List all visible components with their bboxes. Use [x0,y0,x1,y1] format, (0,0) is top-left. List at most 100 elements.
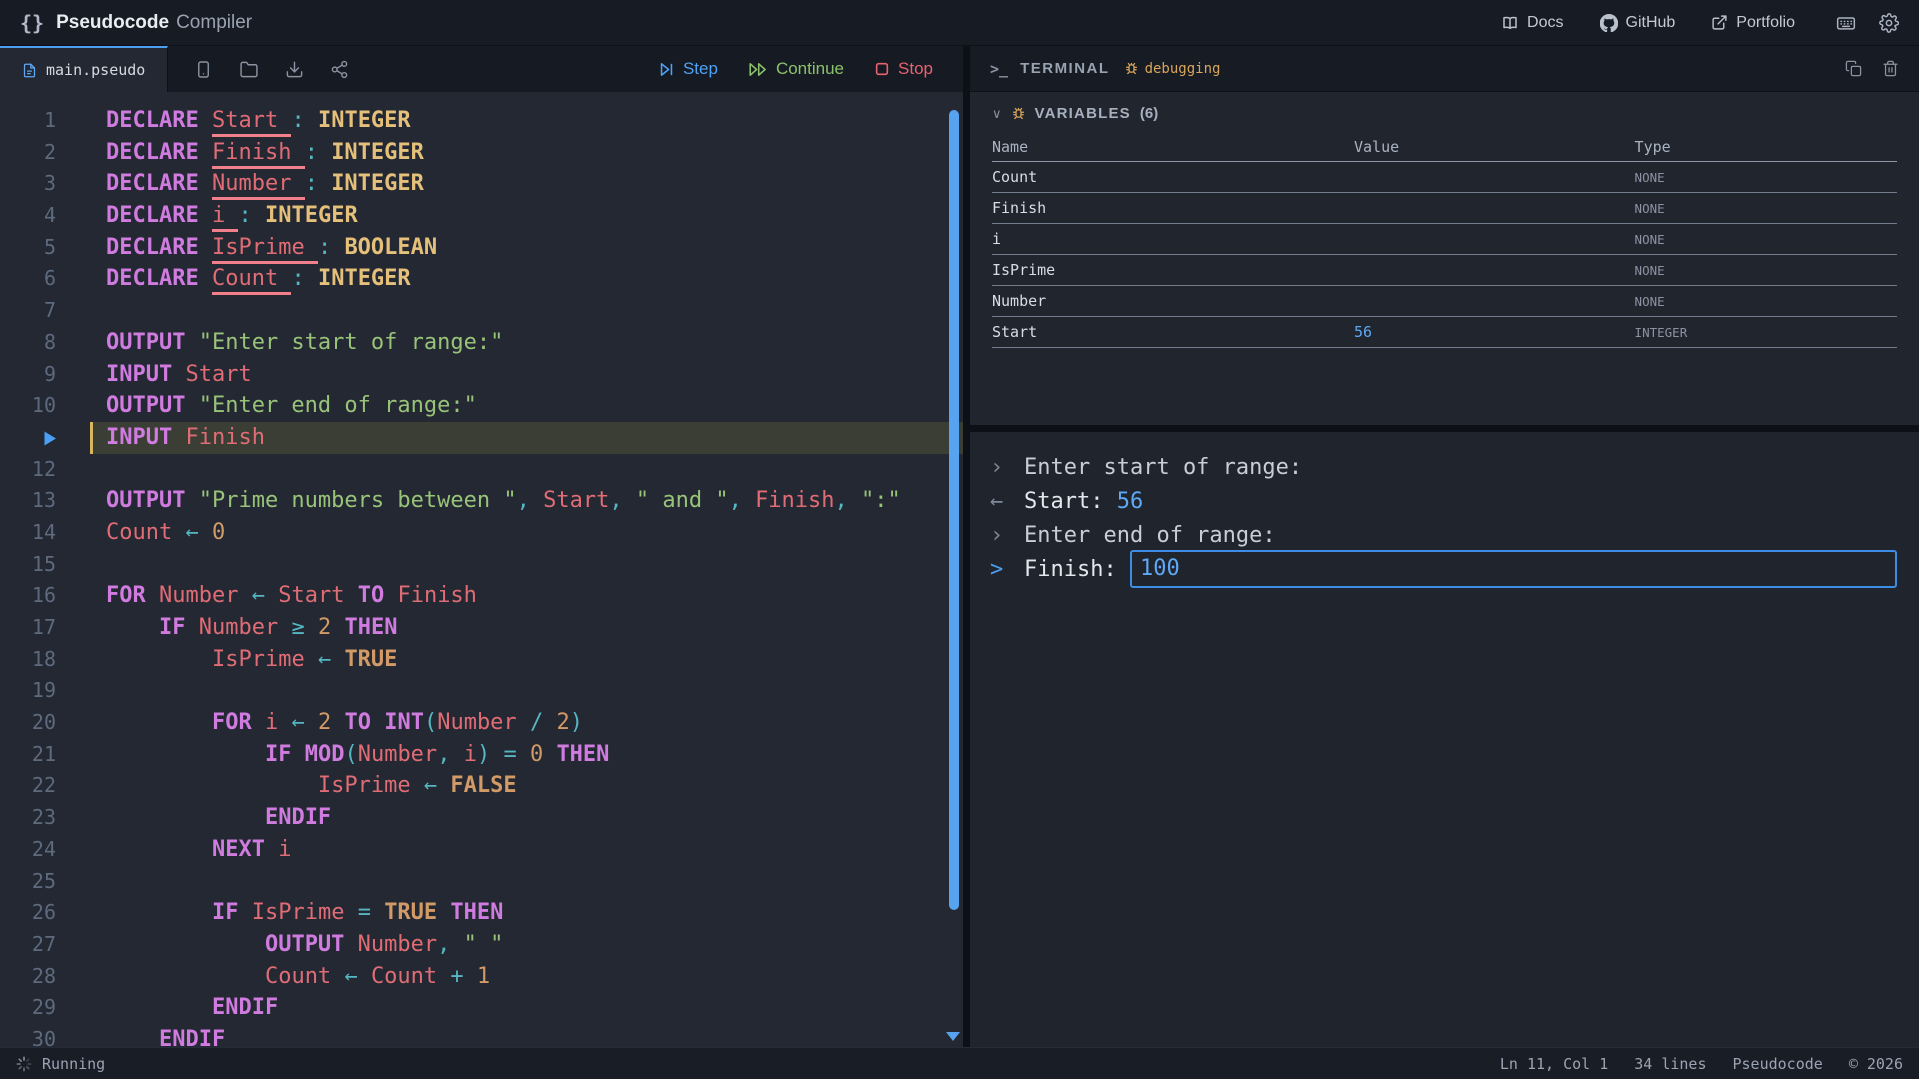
code-line[interactable]: 19 [0,675,963,707]
gutter-padding [56,897,90,929]
code-line[interactable]: 2DECLARE Finish : INTEGER [0,137,963,169]
code-line[interactable]: 14Count ← 0 [0,517,963,549]
code-text: ENDIF [90,802,963,834]
code-line[interactable]: 5DECLARE IsPrime : BOOLEAN [0,232,963,264]
status-running: Running [42,1055,105,1073]
code-line[interactable]: 3DECLARE Number : INTEGER [0,168,963,200]
new-file-icon[interactable] [194,60,213,79]
column-value: Value [1354,138,1635,156]
code-line[interactable]: 13OUTPUT "Prime numbers between ", Start… [0,485,963,517]
panel-divider[interactable] [963,46,970,1047]
language-label[interactable]: Pseudocode [1733,1055,1823,1073]
code-line[interactable]: 24 NEXT i [0,834,963,866]
variable-row[interactable]: CountNONE [992,162,1897,193]
section-divider[interactable] [970,425,1919,432]
step-label: Step [683,59,718,79]
line-number: 15 [0,549,56,581]
continue-button[interactable]: Continue [748,59,844,79]
line-number: 27 [0,929,56,961]
line-number: 28 [0,961,56,993]
share-icon[interactable] [330,60,349,79]
current-line-arrow-icon [0,422,56,454]
gutter-padding [56,675,90,707]
code-line[interactable]: 4DECLARE i : INTEGER [0,200,963,232]
portfolio-link[interactable]: Portfolio [1711,14,1795,32]
code-line[interactable]: 30 ENDIF [0,1024,963,1047]
variable-name: IsPrime [992,261,1354,279]
download-icon[interactable] [285,60,304,79]
code-text: IF MOD(Number, i) = 0 THEN [90,739,963,771]
line-number: 2 [0,137,56,169]
gutter-padding [56,739,90,771]
tab-main-pseudo[interactable]: main.pseudo [0,46,168,92]
code-line[interactable]: 10OUTPUT "Enter end of range:" [0,390,963,422]
variable-row[interactable]: FinishNONE [992,193,1897,224]
code-line[interactable]: 17 IF Number ≥ 2 THEN [0,612,963,644]
code-line[interactable]: 1DECLARE Start : INTEGER [0,105,963,137]
terminal-line: ›Enter start of range: [990,450,1899,484]
code-line[interactable]: 29 ENDIF [0,992,963,1024]
step-button[interactable]: Step [658,59,718,79]
line-number: 25 [0,866,56,898]
line-number: 3 [0,168,56,200]
code-line[interactable]: 8OUTPUT "Enter start of range:" [0,327,963,359]
variable-row[interactable]: IsPrimeNONE [992,255,1897,286]
code-line[interactable]: 20 FOR i ← 2 TO INT(Number / 2) [0,707,963,739]
code-line[interactable]: 12 [0,454,963,486]
terminal-input[interactable]: 100 [1130,550,1897,588]
variable-name: Number [992,292,1354,310]
line-number: 23 [0,802,56,834]
line-number: 17 [0,612,56,644]
gutter-padding [56,263,90,295]
editor-scrollbar[interactable] [949,110,959,910]
cursor-position[interactable]: Ln 11, Col 1 [1500,1055,1608,1073]
gear-icon[interactable] [1879,13,1899,33]
file-icon [22,62,37,79]
code-line[interactable]: 27 OUTPUT Number, " " [0,929,963,961]
code-line[interactable]: 7 [0,295,963,327]
code-line[interactable]: 26 IF IsPrime = TRUE THEN [0,897,963,929]
code-line[interactable]: 21 IF MOD(Number, i) = 0 THEN [0,739,963,771]
code-line[interactable]: 28 Count ← Count + 1 [0,961,963,993]
keyboard-icon[interactable] [1835,13,1857,33]
terminal-text: Start: [1024,489,1117,514]
line-number: 24 [0,834,56,866]
github-link[interactable]: GitHub [1600,14,1676,32]
gutter-padding [56,422,90,454]
code-line[interactable]: 23 ENDIF [0,802,963,834]
code-text: NEXT i [90,834,963,866]
gutter-padding [56,137,90,169]
code-line[interactable]: 16FOR Number ← Start TO Finish [0,580,963,612]
docs-link[interactable]: Docs [1501,14,1563,32]
variable-row[interactable]: iNONE [992,224,1897,255]
code-line[interactable]: 25 [0,866,963,898]
scroll-down-arrow-icon[interactable] [946,1032,960,1041]
tab-label: main.pseudo [46,61,145,79]
bug-icon [1124,61,1139,76]
code-line[interactable]: 22 IsPrime ← FALSE [0,770,963,802]
gutter-padding [56,929,90,961]
stop-button[interactable]: Stop [874,59,933,79]
line-number: 6 [0,263,56,295]
code-line[interactable]: 6DECLARE Count : INTEGER [0,263,963,295]
status-bar: Running Ln 11, Col 1 34 lines Pseudocode… [0,1047,1919,1079]
code-line[interactable]: 9INPUT Start [0,359,963,391]
line-number: 21 [0,739,56,771]
gutter-padding [56,168,90,200]
code-editor[interactable]: 1DECLARE Start : INTEGER2DECLARE Finish … [0,92,963,1047]
variable-row[interactable]: Start56INTEGER [992,317,1897,348]
variables-header[interactable]: ∨ VARIABLES (6) [992,92,1897,132]
code-line[interactable]: 18 IsPrime ← TRUE [0,644,963,676]
code-line[interactable]: 15 [0,549,963,581]
variables-title: VARIABLES [1035,105,1131,122]
prompt-icon: ← [990,489,1024,514]
terminal-header: >_ TERMINAL debugging [970,46,1919,92]
trash-icon[interactable] [1882,60,1899,77]
variable-row[interactable]: NumberNONE [992,286,1897,317]
copy-icon[interactable] [1845,60,1862,77]
terminal-output[interactable]: ›Enter start of range:←Start: 56›Enter e… [970,432,1919,1047]
docs-label: Docs [1527,14,1563,32]
code-line[interactable]: INPUT Finish [0,422,963,454]
chevron-down-icon: ∨ [992,106,1002,122]
open-folder-icon[interactable] [239,60,259,79]
